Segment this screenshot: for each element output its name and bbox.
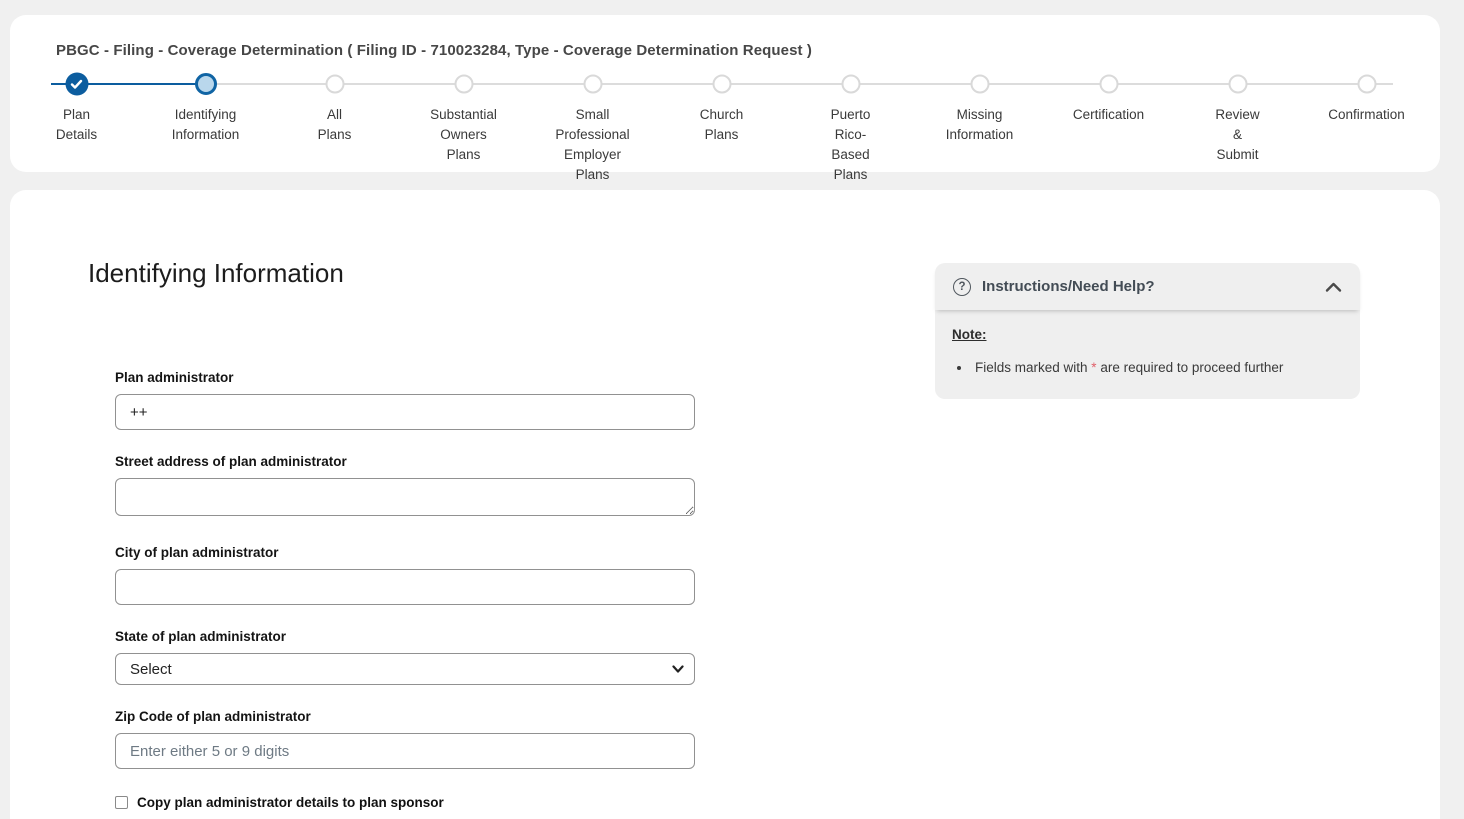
copy-details-label[interactable]: Copy plan administrator details to plan … — [137, 795, 444, 810]
street-address-textarea[interactable] — [115, 478, 695, 516]
stepper-step-small-professional-employer-plans[interactable]: Small Professional Employer Plans — [528, 72, 657, 185]
step-circle — [195, 73, 217, 95]
step-connector-row — [528, 72, 657, 96]
state-select-wrap: Select — [115, 653, 695, 685]
field-plan-administrator: Plan administrator — [115, 370, 695, 430]
field-street-address: Street address of plan administrator — [115, 454, 695, 521]
connector-line — [1238, 83, 1303, 85]
step-connector-row — [657, 72, 786, 96]
help-panel-title: Instructions/Need Help? — [982, 278, 1155, 295]
step-connector-row — [141, 72, 270, 96]
chevron-up-icon[interactable] — [1325, 281, 1342, 293]
city-label: City of plan administrator — [115, 545, 695, 560]
state-select[interactable]: Select — [115, 653, 695, 685]
step-connector-row — [915, 72, 1044, 96]
wizard-stepper: Plan Details Identifying Information All… — [12, 72, 1431, 185]
instructions-help-panel: ? Instructions/Need Help? Note: Fields m… — [935, 263, 1360, 399]
step-circle — [1357, 75, 1376, 94]
step-label: Plan Details — [12, 105, 141, 145]
field-zip-code: Zip Code of plan administrator — [115, 709, 695, 769]
stepper-step-all-plans[interactable]: All Plans — [270, 72, 399, 185]
stepper-step-missing-information[interactable]: Missing Information — [915, 72, 1044, 185]
step-connector-row — [270, 72, 399, 96]
step-circle — [454, 75, 473, 94]
note-text: are required to proceed further — [1097, 360, 1284, 375]
question-circle-icon: ? — [953, 278, 971, 296]
step-label: Review & Submit — [1173, 105, 1302, 165]
step-label: All Plans — [270, 105, 399, 145]
plan-administrator-label: Plan administrator — [115, 370, 695, 385]
step-circle — [1099, 75, 1118, 94]
connector-line — [1109, 83, 1174, 85]
step-circle — [583, 75, 602, 94]
help-panel-header[interactable]: ? Instructions/Need Help? — [935, 263, 1360, 310]
step-label: Confirmation — [1302, 105, 1431, 125]
connector-line — [722, 83, 787, 85]
street-address-label: Street address of plan administrator — [115, 454, 695, 469]
step-label: Small Professional Employer Plans — [528, 105, 657, 185]
plan-administrator-input[interactable] — [115, 394, 695, 430]
step-circle — [841, 75, 860, 94]
connector-line — [464, 83, 529, 85]
step-label: Substantial Owners Plans — [399, 105, 528, 165]
city-input[interactable] — [115, 569, 695, 605]
step-label: Puerto Rico- Based Plans — [786, 105, 915, 185]
copy-details-checkbox[interactable] — [115, 796, 128, 809]
field-city: City of plan administrator — [115, 545, 695, 605]
stepper-step-church-plans[interactable]: Church Plans — [657, 72, 786, 185]
help-panel-body: Note: Fields marked with * are required … — [935, 310, 1360, 399]
filing-header-card: PBGC - Filing - Coverage Determination (… — [10, 15, 1440, 172]
state-label: State of plan administrator — [115, 629, 695, 644]
step-label: Church Plans — [657, 105, 786, 145]
step-connector-row — [399, 72, 528, 96]
step-circle — [65, 73, 88, 96]
step-connector-row — [12, 72, 141, 96]
field-state: State of plan administrator Select — [115, 629, 695, 685]
step-circle — [712, 75, 731, 94]
connector-line — [593, 83, 658, 85]
stepper-step-puerto-rico-based-plans[interactable]: Puerto Rico- Based Plans — [786, 72, 915, 185]
stepper-step-substantial-owners-plans[interactable]: Substantial Owners Plans — [399, 72, 528, 185]
stepper-step-certification[interactable]: Certification — [1044, 72, 1173, 185]
stepper-step-identifying-information[interactable]: Identifying Information — [141, 72, 270, 185]
step-label: Certification — [1044, 105, 1173, 125]
step-circle — [970, 75, 989, 94]
connector-line — [980, 83, 1045, 85]
stepper-step-confirmation[interactable]: Confirmation — [1302, 72, 1431, 185]
page-title: PBGC - Filing - Coverage Determination (… — [56, 42, 812, 59]
step-circle — [325, 75, 344, 94]
note-text: Fields marked with — [975, 360, 1091, 375]
note-item: Fields marked with * are required to pro… — [972, 360, 1340, 375]
step-label: Identifying Information — [141, 105, 270, 145]
stepper-step-review-submit[interactable]: Review & Submit — [1173, 72, 1302, 185]
step-connector-row — [1302, 72, 1431, 96]
zip-code-label: Zip Code of plan administrator — [115, 709, 695, 724]
main-content-card: Identifying Information ? Instructions/N… — [10, 190, 1440, 819]
zip-code-input[interactable] — [115, 733, 695, 769]
connector-line — [851, 83, 916, 85]
note-heading: Note: — [952, 327, 987, 342]
copy-details-row: Copy plan administrator details to plan … — [115, 795, 695, 810]
step-connector-row — [1044, 72, 1173, 96]
step-connector-row — [786, 72, 915, 96]
identifying-information-form: Plan administrator Street address of pla… — [115, 370, 695, 810]
step-label: Missing Information — [915, 105, 1044, 145]
note-list: Fields marked with * are required to pro… — [972, 360, 1340, 375]
step-circle — [1228, 75, 1247, 94]
check-icon — [71, 79, 83, 89]
step-connector-row — [1173, 72, 1302, 96]
stepper-step-plan-details[interactable]: Plan Details — [12, 72, 141, 185]
connector-line — [335, 83, 400, 85]
page-section-heading: Identifying Information — [88, 258, 344, 289]
